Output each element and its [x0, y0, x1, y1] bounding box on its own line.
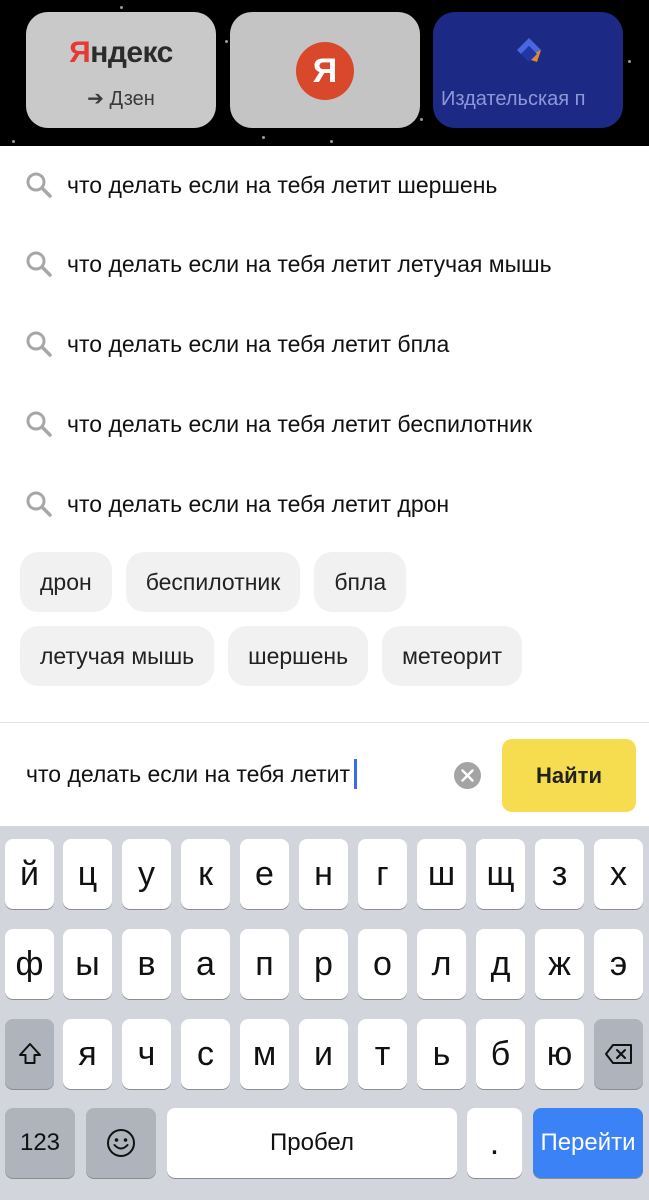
key-ь[interactable]: ь — [417, 1019, 466, 1089]
close-icon — [461, 769, 474, 782]
key-щ[interactable]: щ — [476, 839, 525, 909]
suggestion-text: что делать если на тебя летит беспилотни… — [67, 410, 533, 437]
suggestion-item[interactable]: что делать если на тебя летит летучая мы… — [0, 224, 649, 304]
space-key[interactable]: Пробел — [167, 1108, 457, 1178]
search-icon — [26, 172, 52, 198]
key-т[interactable]: т — [358, 1019, 407, 1089]
key-е[interactable]: е — [240, 839, 289, 909]
tile-yandex-dzen-sub: ➔ Дзен — [87, 88, 155, 110]
backspace-icon — [604, 1044, 632, 1064]
suggestion-text: что делать если на тебя летит шершень — [67, 171, 498, 198]
period-key[interactable]: . — [467, 1108, 522, 1178]
backspace-key[interactable] — [594, 1019, 643, 1089]
key-о[interactable]: о — [358, 929, 407, 999]
chip-bpla[interactable]: бпла — [314, 552, 407, 612]
suggestion-item[interactable]: что делать если на тебя летит дрон — [0, 464, 649, 544]
key-ю[interactable]: ю — [535, 1019, 584, 1089]
numbers-key[interactable]: 123 — [5, 1108, 75, 1178]
yandex-logo: Яндекс — [69, 36, 173, 69]
text-caret — [354, 759, 358, 789]
key-з[interactable]: з — [535, 839, 584, 909]
tile-yandex-ya[interactable]: Я — [230, 12, 420, 128]
key-н[interactable]: н — [299, 839, 348, 909]
search-input-value: что делать если на тебя летит — [26, 760, 351, 787]
go-key[interactable]: Перейти — [533, 1108, 643, 1178]
chip-letuchaya-mysh[interactable]: летучая мышь — [20, 626, 215, 686]
find-button[interactable]: Найти — [502, 739, 636, 812]
suggestion-text: что делать если на тебя летит дрон — [67, 490, 450, 517]
tile-publishing-label: Издательская п — [441, 88, 586, 110]
key-г[interactable]: г — [358, 839, 407, 909]
emoji-key[interactable] — [86, 1108, 156, 1178]
key-я[interactable]: я — [63, 1019, 112, 1089]
tile-yandex-dzen[interactable]: Яндекс ➔ Дзен — [26, 12, 216, 128]
key-э[interactable]: э — [594, 929, 643, 999]
key-р[interactable]: р — [299, 929, 348, 999]
suggestion-text: что делать если на тебя летит летучая мы… — [67, 250, 552, 277]
suggestion-item[interactable]: что делать если на тебя летит беспилотни… — [0, 384, 649, 464]
suggestion-list: что делать если на тебя летит шершень чт… — [0, 146, 649, 544]
shift-key[interactable] — [5, 1019, 54, 1089]
key-с[interactable]: с — [181, 1019, 230, 1089]
key-й[interactable]: й — [5, 839, 54, 909]
key-а[interactable]: а — [181, 929, 230, 999]
chip-row: летучая мышь шершень метеорит — [20, 626, 640, 686]
quick-tiles-strip: Яндекс ➔ Дзен Я Издательская п — [0, 0, 649, 146]
key-л[interactable]: л — [417, 929, 466, 999]
key-м[interactable]: м — [240, 1019, 289, 1089]
chip-meteorit[interactable]: метеорит — [382, 626, 522, 686]
suggestion-text: что делать если на тебя летит бпла — [67, 330, 450, 357]
key-в[interactable]: в — [122, 929, 171, 999]
ya-logo: Я — [296, 42, 354, 100]
search-input[interactable]: что делать если на тебя летит — [26, 759, 358, 789]
chip-shershen[interactable]: шершень — [228, 626, 369, 686]
suggestion-item[interactable]: что делать если на тебя летит шершень — [0, 146, 649, 224]
key-ы[interactable]: ы — [63, 929, 112, 999]
key-б[interactable]: б — [476, 1019, 525, 1089]
key-д[interactable]: д — [476, 929, 525, 999]
chip-dron[interactable]: дрон — [20, 552, 112, 612]
search-icon — [26, 331, 52, 357]
key-и[interactable]: и — [299, 1019, 348, 1089]
tile-publishing[interactable]: Издательская п — [433, 12, 623, 128]
shift-icon — [18, 1043, 41, 1064]
key-х[interactable]: х — [594, 839, 643, 909]
chip-bespilotnik[interactable]: беспилотник — [125, 552, 301, 612]
suggestion-item[interactable]: что делать если на тебя летит бпла — [0, 304, 649, 384]
key-ш[interactable]: ш — [417, 839, 466, 909]
publishing-icon — [517, 38, 541, 62]
key-к[interactable]: к — [181, 839, 230, 909]
search-icon — [26, 491, 52, 517]
search-bar: что делать если на тебя летит Найти — [0, 722, 649, 826]
key-ф[interactable]: ф — [5, 929, 54, 999]
key-п[interactable]: п — [240, 929, 289, 999]
emoji-icon — [107, 1129, 135, 1157]
search-icon — [26, 411, 52, 437]
key-ч[interactable]: ч — [122, 1019, 171, 1089]
chip-row: дрон беспилотник бпла — [20, 552, 640, 612]
key-у[interactable]: у — [122, 839, 171, 909]
key-ж[interactable]: ж — [535, 929, 584, 999]
key-ц[interactable]: ц — [63, 839, 112, 909]
keyboard: й ц у к е н г ш щ з х ф ы в а п р о л д … — [0, 826, 649, 1200]
clear-button[interactable] — [454, 762, 481, 789]
related-chips: дрон беспилотник бпла летучая мышь шерше… — [20, 552, 640, 700]
search-icon — [26, 251, 52, 277]
